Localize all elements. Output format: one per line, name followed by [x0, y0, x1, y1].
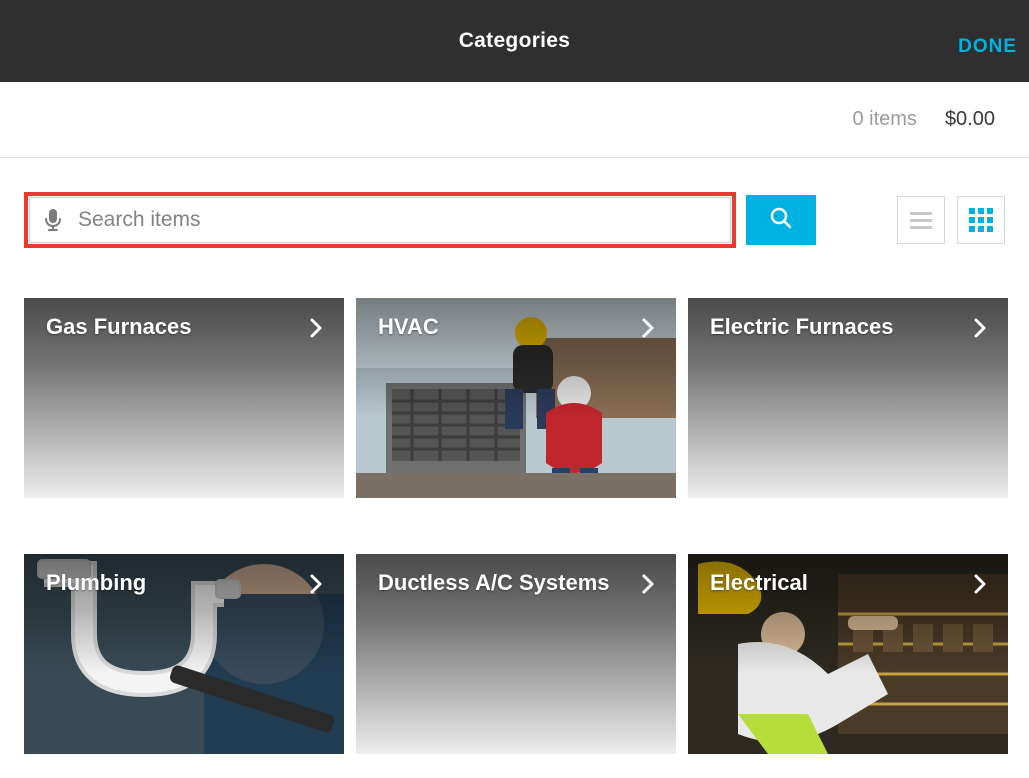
grid-view-button[interactable]	[957, 196, 1005, 244]
list-view-button[interactable]	[897, 196, 945, 244]
chevron-right-icon	[974, 574, 988, 599]
chevron-right-icon	[310, 574, 324, 599]
search-highlight	[24, 192, 736, 248]
done-button[interactable]: DONE	[958, 36, 1017, 58]
cart-item-count: 0 items	[852, 108, 916, 131]
cart-total: $0.00	[945, 108, 995, 131]
page-title: Categories	[0, 29, 1029, 53]
search-box[interactable]	[29, 197, 731, 243]
chevron-right-icon	[310, 318, 324, 343]
category-card-electric-furnaces[interactable]: Electric Furnaces	[688, 298, 1008, 498]
category-label: Plumbing	[46, 570, 146, 596]
search-button[interactable]	[746, 195, 816, 245]
category-card-hvac[interactable]: HVAC	[356, 298, 676, 498]
cart-summary-bar: 0 items $0.00	[0, 82, 1029, 158]
category-card-plumbing[interactable]: Plumbing	[24, 554, 344, 754]
category-label: Electric Furnaces	[710, 314, 893, 340]
view-toggle-group	[897, 196, 1005, 244]
search-icon	[769, 206, 793, 235]
grid-icon	[969, 208, 993, 232]
category-grid: Gas Furnaces	[0, 248, 1029, 754]
header-bar: Categories DONE	[0, 0, 1029, 82]
search-input[interactable]	[78, 208, 716, 232]
chevron-right-icon	[642, 318, 656, 343]
category-label: Gas Furnaces	[46, 314, 192, 340]
category-card-gas-furnaces[interactable]: Gas Furnaces	[24, 298, 344, 498]
category-label: HVAC	[378, 314, 439, 340]
microphone-icon[interactable]	[44, 208, 62, 232]
category-card-electrical[interactable]: Electrical	[688, 554, 1008, 754]
list-icon	[910, 212, 932, 229]
category-label: Electrical	[710, 570, 808, 596]
category-card-ductless-ac[interactable]: Ductless A/C Systems	[356, 554, 676, 754]
category-label: Ductless A/C Systems	[378, 570, 610, 596]
chevron-right-icon	[974, 318, 988, 343]
toolbar	[0, 158, 1029, 248]
chevron-right-icon	[642, 574, 656, 599]
